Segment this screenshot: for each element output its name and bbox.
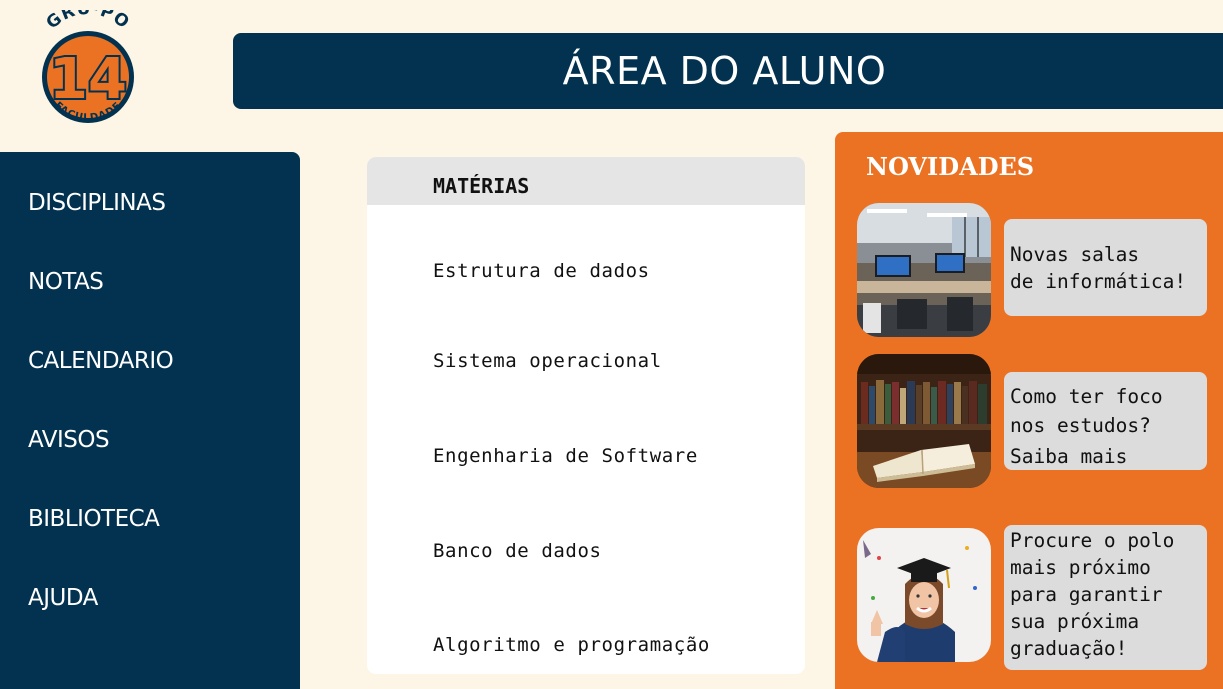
news-text-line: nos estudos?: [1010, 413, 1151, 437]
novidades-title: NOVIDADES: [866, 152, 1035, 181]
computer-lab-image[interactable]: [857, 203, 991, 337]
graduate-image[interactable]: [857, 528, 991, 662]
materia-item[interactable]: Estrutura de dados: [433, 260, 650, 282]
news-text-line: Como ter foco: [1010, 385, 1163, 408]
news-text-line: para garantir: [1010, 583, 1163, 606]
sidebar-item-calendario[interactable]: CALENDARIO: [28, 348, 174, 374]
materia-item[interactable]: Engenharia de Software: [433, 445, 698, 467]
materia-item[interactable]: Banco de dados: [433, 540, 602, 562]
logo: GRU·PO 14 FACULDADE: [30, 0, 145, 145]
svg-text:GRU·PO: GRU·PO: [43, 10, 134, 33]
sidebar-item-notas[interactable]: NOTAS: [28, 269, 104, 295]
news-card[interactable]: Como ter foco nos estudos? Saiba mais: [1004, 372, 1207, 470]
news-text-line: Procure o polo: [1010, 529, 1175, 552]
sidebar-item-biblioteca[interactable]: BIBLIOTECA: [28, 506, 160, 532]
news-text-line: sua próxima: [1010, 610, 1140, 633]
news-text-line: Saiba mais: [1010, 445, 1128, 468]
materia-item[interactable]: Sistema operacional: [433, 350, 662, 372]
book-image[interactable]: [857, 354, 991, 488]
materias-title: MATÉRIAS: [433, 174, 530, 198]
logo-top-text: GRU·PO: [43, 0, 133, 33]
novidades-panel: NOVIDADES Novas salas de informática! Co…: [835, 132, 1223, 689]
materia-item[interactable]: Algoritmo e programação: [433, 634, 710, 656]
materias-header: MATÉRIAS: [367, 157, 805, 205]
sidebar: DISCIPLINAS NOTAS CALENDARIO AVISOS BIBL…: [0, 152, 300, 689]
news-text-line: mais próximo: [1010, 556, 1151, 579]
sidebar-item-avisos[interactable]: AVISOS: [28, 427, 110, 453]
news-text-line: graduação!: [1010, 637, 1128, 660]
news-text-line: Novas salas: [1010, 243, 1140, 266]
page-title: ÁREA DO ALUNO: [562, 49, 887, 93]
materias-panel: MATÉRIAS Estrutura de dados Sistema oper…: [367, 157, 805, 674]
sidebar-item-disciplinas[interactable]: DISCIPLINAS: [28, 190, 166, 216]
news-card[interactable]: Novas salas de informática!: [1004, 219, 1207, 316]
page-header: ÁREA DO ALUNO: [233, 33, 1223, 109]
sidebar-item-ajuda[interactable]: AJUDA: [28, 585, 98, 611]
news-card[interactable]: Procure o polo mais próximo para garanti…: [1004, 525, 1207, 670]
news-text-line: de informática!: [1010, 270, 1187, 293]
